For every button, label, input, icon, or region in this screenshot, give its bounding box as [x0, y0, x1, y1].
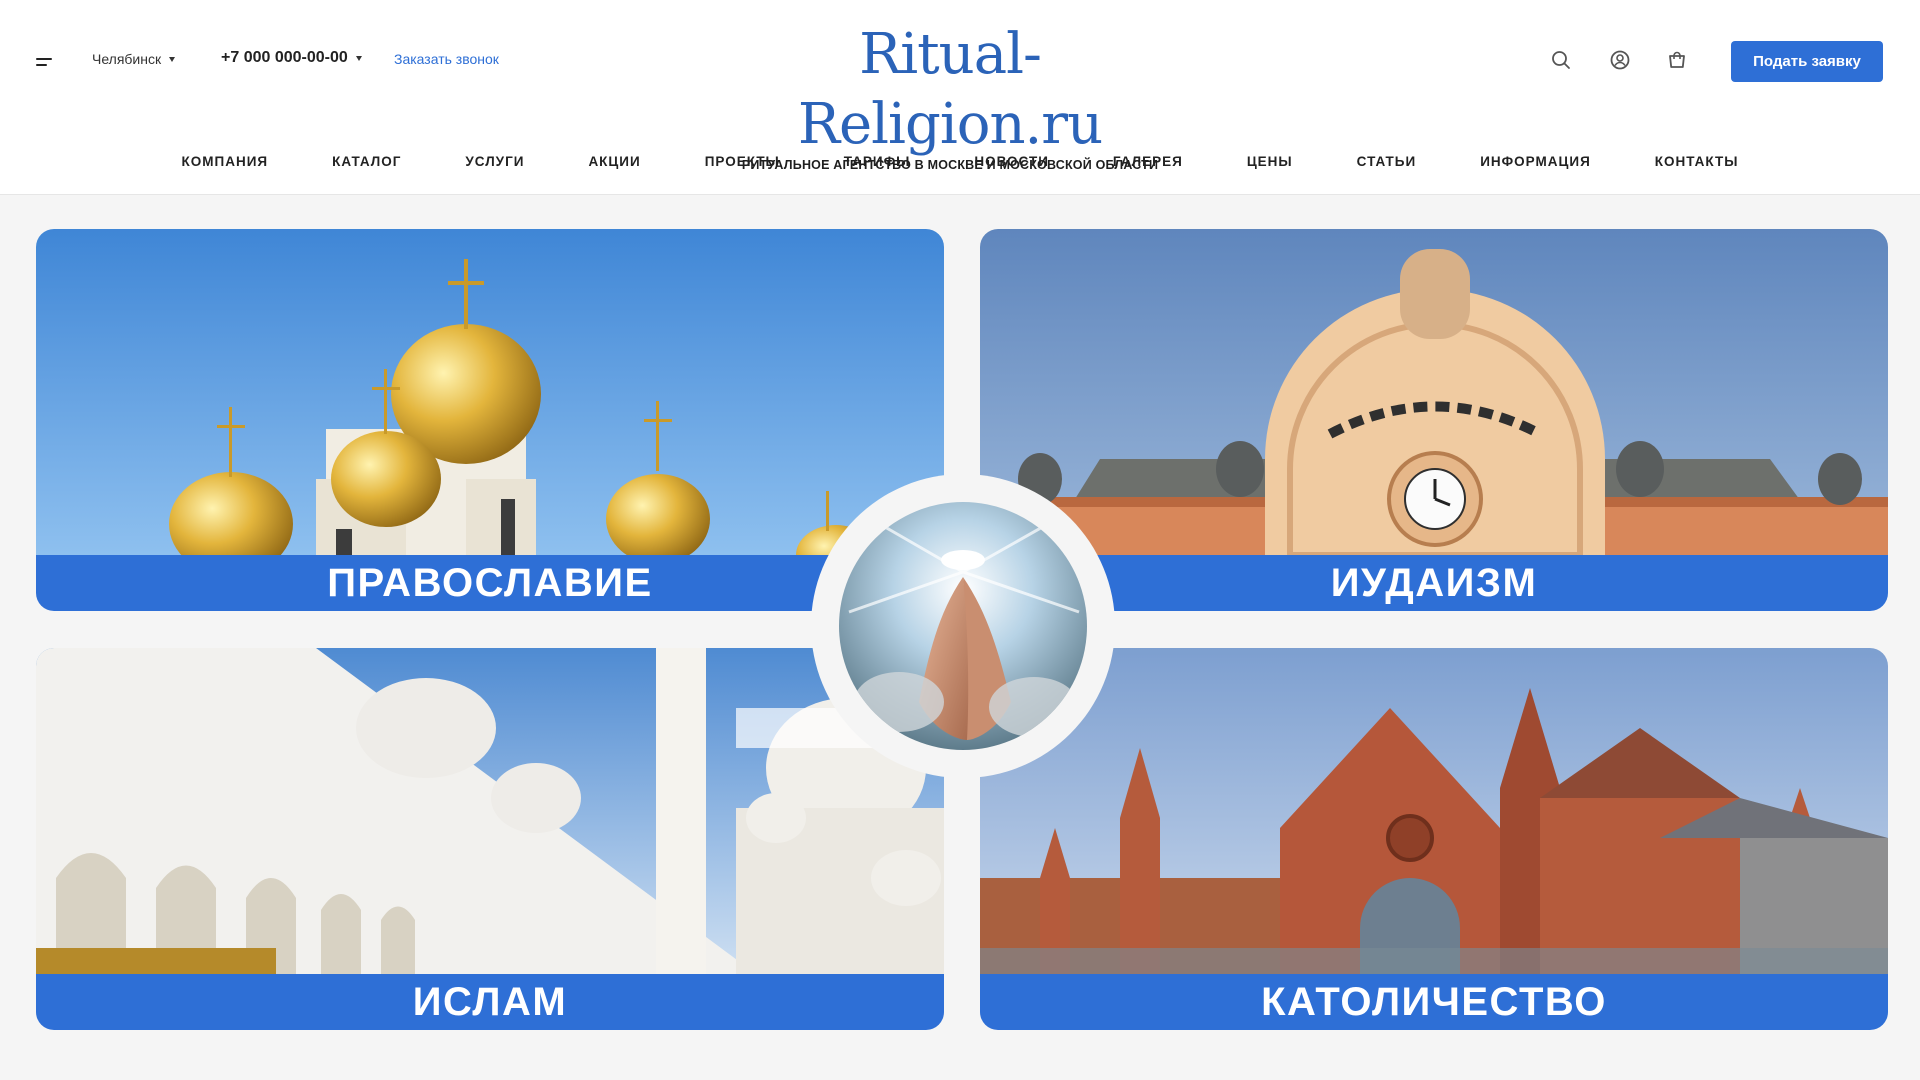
phone-selector[interactable]: +7 000 000-00-00: [221, 49, 362, 67]
cart-icon[interactable]: [1666, 49, 1688, 71]
nav-item-articles[interactable]: СТАТЬИ: [1357, 150, 1417, 174]
nav-item-projects[interactable]: ПРОЕКТЫ: [705, 150, 780, 174]
nav-item-contacts[interactable]: КОНТАКТЫ: [1655, 150, 1739, 174]
religion-label: ПРАВОСЛАВИЕ: [36, 555, 944, 611]
chevron-down-icon: [355, 55, 362, 61]
site-header: Челябинск +7 000 000-00-00 Заказать звон…: [0, 0, 1920, 195]
nav-item-prices[interactable]: ЦЕНЫ: [1247, 150, 1293, 174]
phone-number: +7 000 000-00-00: [221, 49, 348, 66]
cathedral-image: [980, 648, 1888, 974]
religion-label: ИУДАИЗМ: [980, 555, 1888, 611]
callback-link[interactable]: Заказать звонок: [394, 51, 499, 67]
mosque-image: [36, 648, 944, 974]
synagogue-image: [980, 229, 1888, 555]
nav-item-information[interactable]: ИНФОРМАЦИЯ: [1480, 150, 1591, 174]
orthodox-church-image: [36, 229, 944, 555]
user-icon[interactable]: [1609, 49, 1631, 71]
submit-request-button[interactable]: Подать заявку: [1731, 41, 1883, 82]
chevron-down-icon: [169, 56, 176, 62]
praying-hands-image: [839, 502, 1087, 750]
nav-item-services[interactable]: УСЛУГИ: [465, 150, 524, 174]
religion-card-catholicism[interactable]: КАТОЛИЧЕСТВО: [980, 648, 1888, 1030]
nav-item-news[interactable]: НОВОСТИ: [974, 150, 1049, 174]
nav-item-tariffs[interactable]: ТАРИФЫ: [844, 150, 911, 174]
religion-label: КАТОЛИЧЕСТВО: [980, 974, 1888, 1030]
nav-item-gallery[interactable]: ГАЛЕРЕЯ: [1113, 150, 1183, 174]
religion-card-judaism[interactable]: ИУДАИЗМ: [980, 229, 1888, 611]
religion-label: ИСЛАМ: [36, 974, 944, 1030]
nav-item-company[interactable]: КОМПАНИЯ: [182, 150, 269, 174]
city-selector[interactable]: Челябинск: [92, 51, 176, 67]
nav-item-promotions[interactable]: АКЦИИ: [588, 150, 640, 174]
menu-icon[interactable]: [36, 58, 52, 68]
religion-card-orthodoxy[interactable]: ПРАВОСЛАВИЕ: [36, 229, 944, 611]
logo-text: Ritual-Religion.ru: [797, 22, 1103, 157]
nav-item-catalog[interactable]: КАТАЛОГ: [332, 150, 401, 174]
city-label: Челябинск: [92, 51, 162, 67]
main-nav: КОМПАНИЯ КАТАЛОГ УСЛУГИ АКЦИИ ПРОЕКТЫ ТА…: [0, 150, 1920, 174]
religion-card-islam[interactable]: ИСЛАМ: [36, 648, 944, 1030]
search-icon[interactable]: [1550, 49, 1572, 71]
